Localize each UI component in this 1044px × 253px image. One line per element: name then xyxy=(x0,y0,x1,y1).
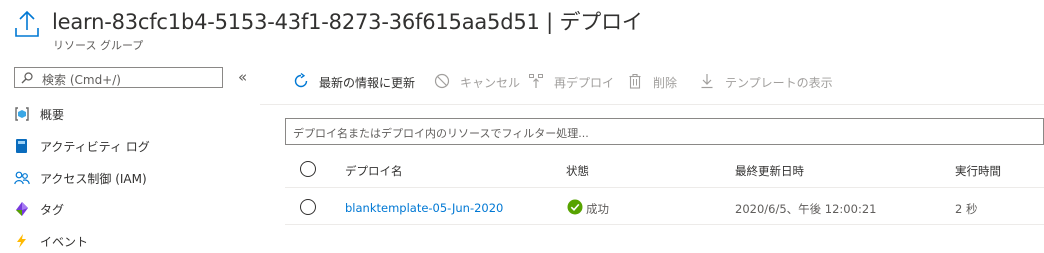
activity-log-icon xyxy=(16,139,27,153)
row-divider xyxy=(285,224,1044,225)
refresh-icon xyxy=(294,73,308,88)
column-header-last-modified[interactable]: 最終更新日時 xyxy=(735,163,804,179)
sidebar-item-tags[interactable]: タグ xyxy=(14,198,234,220)
refresh-label: 最新の情報に更新 xyxy=(319,76,416,90)
view-template-label: テンプレートの表示 xyxy=(725,76,833,90)
status-text: 成功 xyxy=(586,202,609,216)
sidebar-item-label: イベント xyxy=(40,235,89,249)
search-icon xyxy=(21,72,33,84)
row-select-radio[interactable] xyxy=(300,199,316,215)
search-placeholder: 検索 (Cmd+/) xyxy=(42,73,121,87)
header-divider xyxy=(285,187,1044,188)
select-all-radio[interactable] xyxy=(300,161,316,177)
column-header-name[interactable]: デプロイ名 xyxy=(345,163,403,179)
download-icon xyxy=(701,74,713,89)
page-subtitle: リソース グループ xyxy=(53,39,144,52)
cancel-icon xyxy=(434,73,450,89)
tag-icon xyxy=(16,202,28,216)
page-title: learn-83cfc1b4-5153-43f1-8273-36f615aa5d… xyxy=(52,10,643,34)
deploy-upload-icon xyxy=(15,10,39,37)
sidebar-item-label: アクティビティ ログ xyxy=(40,140,150,154)
people-icon xyxy=(14,171,30,185)
sidebar-item-label: アクセス制御 (IAM) xyxy=(40,172,147,186)
trash-icon xyxy=(629,73,641,89)
filter-input[interactable]: デプロイ名またはデプロイ内のリソースでフィルター処理... xyxy=(285,118,1044,145)
redeploy-label: 再デプロイ xyxy=(554,76,615,90)
duration-cell: 2 秒 xyxy=(955,202,978,216)
delete-label: 削除 xyxy=(653,76,678,90)
filter-placeholder: デプロイ名またはデプロイ内のリソースでフィルター処理... xyxy=(293,127,589,140)
lightning-icon xyxy=(17,234,26,248)
page-header: learn-83cfc1b4-5153-43f1-8273-36f615aa5d… xyxy=(0,0,1044,60)
toolbar-divider xyxy=(260,104,1044,105)
sidebar-item-events[interactable]: イベント xyxy=(14,230,234,252)
resource-group-icon xyxy=(15,107,29,121)
search-input[interactable]: 検索 (Cmd+/) xyxy=(14,67,223,88)
collapse-sidebar-button[interactable]: « xyxy=(238,68,247,86)
last-modified-cell: 2020/6/5、午後 12:00:21 xyxy=(735,202,877,216)
column-header-duration[interactable]: 実行時間 xyxy=(955,163,1001,179)
redeploy-icon xyxy=(529,74,543,88)
sidebar-item-label: タグ xyxy=(40,203,65,217)
column-header-status[interactable]: 状態 xyxy=(566,163,589,179)
sidebar-item-activity-log[interactable]: アクティビティ ログ xyxy=(14,135,234,157)
cancel-label: キャンセル xyxy=(460,76,521,90)
sidebar-item-label: 概要 xyxy=(40,108,65,122)
deployment-name-link[interactable]: blanktemplate-05-Jun-2020 xyxy=(345,201,503,215)
success-check-icon xyxy=(567,199,583,215)
sidebar-item-access-control[interactable]: アクセス制御 (IAM) xyxy=(14,167,234,189)
sidebar-item-overview[interactable]: 概要 xyxy=(14,103,234,125)
